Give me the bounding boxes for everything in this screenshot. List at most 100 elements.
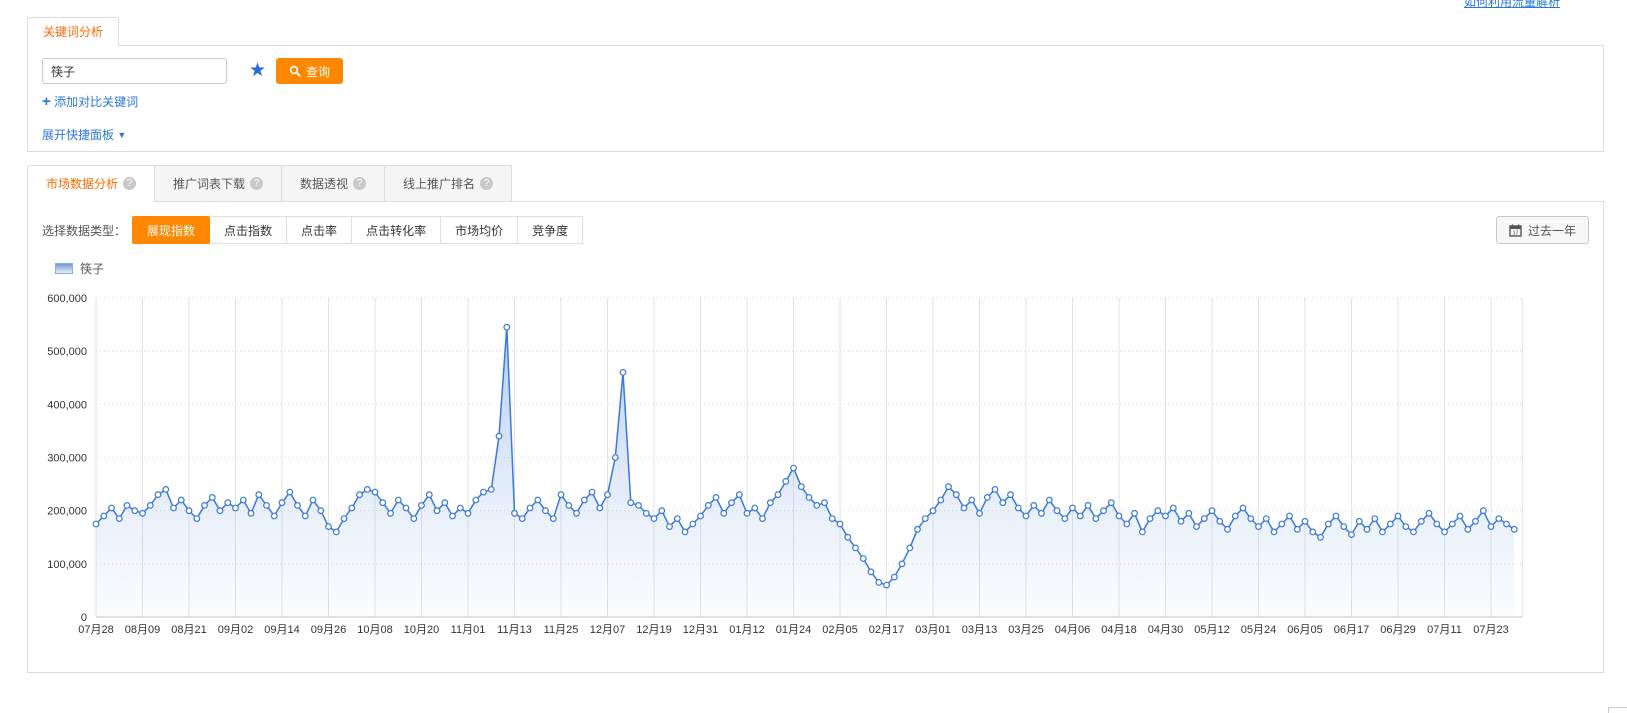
data-point[interactable] — [1202, 516, 1208, 522]
data-point[interactable] — [1419, 519, 1425, 525]
data-point[interactable] — [264, 503, 270, 509]
keyword-input[interactable] — [42, 58, 227, 84]
data-point[interactable] — [1271, 529, 1277, 535]
data-point[interactable] — [1256, 524, 1262, 530]
data-point[interactable] — [899, 561, 905, 567]
data-point[interactable] — [605, 492, 611, 498]
data-point[interactable] — [1504, 521, 1510, 527]
help-icon[interactable]: ? — [250, 177, 263, 190]
trend-chart[interactable]: 07月2808月0908月2109月0209月1409月2610月0810月20… — [28, 283, 1588, 645]
data-point[interactable] — [202, 503, 208, 509]
data-point[interactable] — [1248, 516, 1254, 522]
data-point[interactable] — [1194, 524, 1200, 530]
data-point[interactable] — [357, 492, 363, 498]
data-type-click-rate[interactable]: 点击率 — [286, 216, 352, 244]
data-point[interactable] — [930, 508, 936, 514]
data-point[interactable] — [1116, 513, 1122, 519]
data-point[interactable] — [1372, 516, 1378, 522]
data-point[interactable] — [1264, 516, 1270, 522]
data-point[interactable] — [1000, 500, 1006, 506]
data-point[interactable] — [1473, 519, 1479, 525]
data-point[interactable] — [217, 508, 223, 514]
help-icon[interactable]: ? — [353, 177, 366, 190]
data-point[interactable] — [659, 508, 665, 514]
data-point[interactable] — [1240, 505, 1246, 511]
data-point[interactable] — [985, 495, 991, 501]
data-point[interactable] — [1279, 521, 1285, 527]
data-point[interactable] — [1186, 511, 1192, 517]
data-point[interactable] — [427, 492, 433, 498]
data-point[interactable] — [93, 521, 99, 527]
data-point[interactable] — [1349, 532, 1355, 538]
data-point[interactable] — [504, 324, 510, 330]
data-point[interactable] — [310, 497, 316, 503]
data-point[interactable] — [341, 516, 347, 522]
expand-quick-panel-link[interactable]: 展开快捷面板 ▼ — [42, 128, 126, 142]
data-point[interactable] — [806, 495, 812, 501]
data-point[interactable] — [682, 529, 688, 535]
data-point[interactable] — [287, 489, 293, 495]
data-point[interactable] — [419, 503, 425, 509]
data-point[interactable] — [194, 516, 200, 522]
data-point[interactable] — [589, 489, 595, 495]
data-point[interactable] — [1388, 521, 1394, 527]
data-point[interactable] — [295, 503, 301, 509]
data-point[interactable] — [117, 516, 123, 522]
add-compare-keyword-link[interactable]: + 添加对比关键词 — [42, 93, 138, 110]
data-point[interactable] — [628, 500, 634, 506]
data-point[interactable] — [721, 511, 727, 517]
data-point[interactable] — [636, 503, 642, 509]
data-point[interactable] — [241, 497, 247, 503]
data-point[interactable] — [450, 513, 456, 519]
data-point[interactable] — [1295, 527, 1301, 533]
data-point[interactable] — [186, 508, 192, 514]
data-point[interactable] — [434, 508, 440, 514]
data-point[interactable] — [1101, 508, 1107, 514]
data-point[interactable] — [1364, 527, 1370, 533]
data-point[interactable] — [1403, 524, 1409, 530]
data-point[interactable] — [1070, 505, 1076, 511]
data-point[interactable] — [775, 492, 781, 498]
data-point[interactable] — [1411, 529, 1417, 535]
data-point[interactable] — [1209, 508, 1215, 514]
data-point[interactable] — [551, 516, 557, 522]
data-point[interactable] — [496, 433, 502, 439]
help-icon[interactable]: ? — [123, 177, 136, 190]
data-type-market-avg-price[interactable]: 市场均价 — [440, 216, 518, 244]
data-point[interactable] — [698, 513, 704, 519]
data-point[interactable] — [946, 484, 952, 490]
data-point[interactable] — [1132, 511, 1138, 517]
data-point[interactable] — [768, 500, 774, 506]
data-point[interactable] — [481, 489, 487, 495]
data-point[interactable] — [171, 505, 177, 511]
data-point[interactable] — [210, 495, 216, 501]
data-point[interactable] — [667, 524, 673, 530]
data-point[interactable] — [954, 492, 960, 498]
data-point[interactable] — [1333, 513, 1339, 519]
data-point[interactable] — [155, 492, 161, 498]
tab-market-data-analysis[interactable]: 市场数据分析 ? — [27, 165, 155, 202]
data-point[interactable] — [132, 508, 138, 514]
data-point[interactable] — [1310, 529, 1316, 535]
data-point[interactable] — [737, 492, 743, 498]
data-point[interactable] — [535, 497, 541, 503]
data-point[interactable] — [1023, 513, 1029, 519]
data-point[interactable] — [1426, 511, 1432, 517]
data-point[interactable] — [830, 516, 836, 522]
data-point[interactable] — [1178, 519, 1184, 525]
data-point[interactable] — [597, 505, 603, 511]
data-point[interactable] — [1434, 521, 1440, 527]
data-point[interactable] — [574, 511, 580, 517]
data-point[interactable] — [465, 511, 471, 517]
data-point[interactable] — [101, 513, 107, 519]
tab-data-pivot[interactable]: 数据透视 ? — [281, 165, 385, 202]
tab-promo-wordlist-download[interactable]: 推广词表下载 ? — [154, 165, 282, 202]
data-point[interactable] — [1078, 513, 1084, 519]
data-point[interactable] — [868, 569, 874, 575]
data-point[interactable] — [799, 484, 805, 490]
data-point[interactable] — [233, 505, 239, 511]
data-point[interactable] — [814, 503, 820, 509]
data-point[interactable] — [396, 497, 402, 503]
data-point[interactable] — [861, 556, 867, 562]
data-type-click-index[interactable]: 点击指数 — [209, 216, 287, 244]
